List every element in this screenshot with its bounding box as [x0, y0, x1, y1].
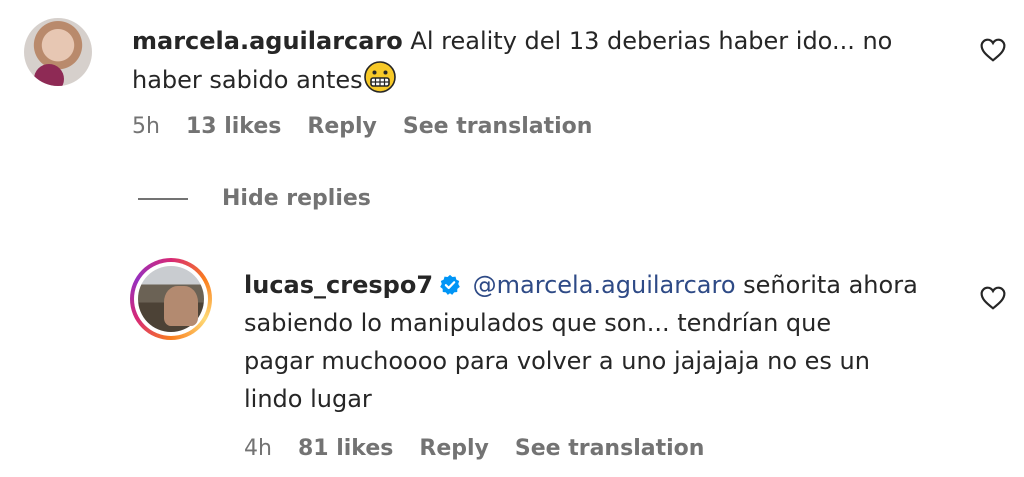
- like-heart-icon[interactable]: [980, 286, 1006, 310]
- comment-meta-lucas: 4h 81 likes Reply See translation: [244, 436, 704, 461]
- comment-time: 5h: [132, 114, 160, 139]
- comment-lucas: lucas_crespo7 @marcela.aguilarcaro señor…: [0, 240, 1024, 477]
- hide-replies-label[interactable]: Hide replies: [222, 186, 371, 211]
- see-translation-button[interactable]: See translation: [515, 436, 705, 461]
- likes-count[interactable]: 81 likes: [298, 436, 393, 461]
- comment-marcela: marcela.aguilarcaro Al reality del 13 de…: [0, 0, 1024, 160]
- comment-text-marcela: marcela.aguilarcaro Al reality del 13 de…: [132, 22, 892, 99]
- like-heart-icon[interactable]: [980, 38, 1006, 62]
- comment-text-lucas: lucas_crespo7 @marcela.aguilarcaro señor…: [244, 266, 944, 418]
- comment-body-line4: lindo lugar: [244, 385, 372, 413]
- comment-body-line3: pagar muchoooo para volver a uno jajajaj…: [244, 347, 870, 375]
- verified-badge-icon: [440, 274, 460, 295]
- hide-replies-divider: [138, 197, 188, 200]
- username-marcela[interactable]: marcela.aguilarcaro: [132, 27, 403, 55]
- avatar-shirt: [34, 64, 64, 86]
- comment-body-line2: haber sabido antes: [132, 66, 363, 94]
- mention-link[interactable]: @marcela.aguilarcaro: [473, 271, 736, 299]
- avatar-figure: [164, 286, 198, 326]
- comment-time: 4h: [244, 436, 272, 461]
- comment-body-line1: Al reality del 13 deberias haber ido... …: [410, 27, 893, 55]
- see-translation-button[interactable]: See translation: [403, 114, 593, 139]
- comment-meta-marcela: 5h 13 likes Reply See translation: [132, 114, 592, 139]
- avatar-photo: [138, 266, 204, 332]
- avatar-lucas[interactable]: [130, 258, 212, 340]
- avatar-marcela[interactable]: [24, 18, 92, 86]
- reply-button[interactable]: Reply: [307, 114, 377, 139]
- reply-button[interactable]: Reply: [419, 436, 489, 461]
- likes-count[interactable]: 13 likes: [186, 114, 281, 139]
- comment-body-line2: sabiendo lo manipulados que son... tendr…: [244, 309, 832, 337]
- hide-replies-toggle[interactable]: Hide replies: [138, 186, 371, 211]
- username-lucas[interactable]: lucas_crespo7: [244, 271, 433, 299]
- grimacing-face-emoji: [363, 61, 396, 93]
- comment-body-line1: señorita ahora: [743, 271, 918, 299]
